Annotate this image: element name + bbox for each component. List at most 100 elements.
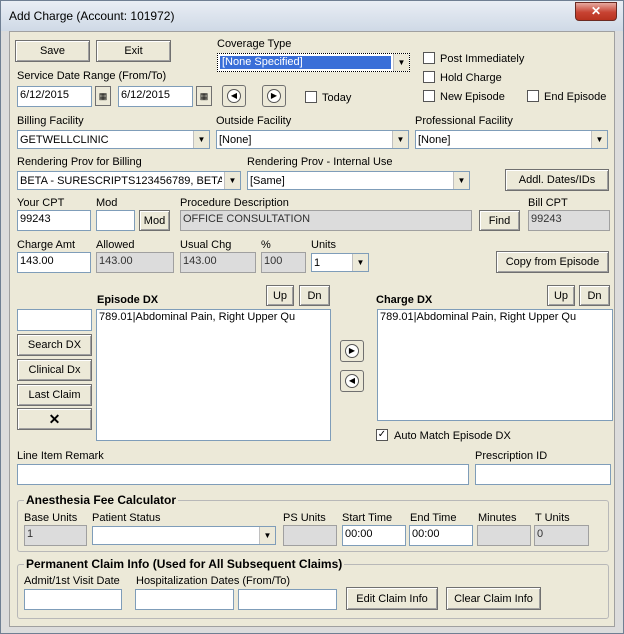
t-units-label: T Units: [535, 512, 570, 524]
rendering-prov-internal-select[interactable]: [Same] ▼: [247, 171, 470, 190]
professional-facility-value: [None]: [418, 134, 451, 146]
outside-facility-select[interactable]: [None] ▼: [216, 130, 409, 149]
outside-facility-label: Outside Facility: [216, 115, 292, 127]
chevron-down-icon: ▼: [591, 131, 607, 148]
percent-label: %: [261, 239, 271, 251]
t-units-field: 0: [534, 525, 589, 546]
anesthesia-title: Anesthesia Fee Calculator: [24, 493, 179, 507]
hold-charge-checkbox[interactable]: [423, 71, 435, 83]
chevron-down-icon: ▼: [453, 172, 469, 189]
calendar-icon[interactable]: ▦: [196, 86, 212, 106]
search-dx-input[interactable]: [17, 309, 92, 331]
close-icon: ✕: [48, 410, 61, 427]
episode-dx-up-button[interactable]: Up: [266, 285, 294, 306]
procedure-description-field: OFFICE CONSULTATION: [180, 210, 472, 231]
line-item-remark-label: Line Item Remark: [17, 450, 104, 462]
new-episode-label: New Episode: [440, 91, 505, 103]
minutes-label: Minutes: [478, 512, 517, 524]
chevron-down-icon: ▼: [224, 172, 240, 189]
arrow-right-icon: ▶: [345, 344, 359, 358]
charge-dx-dn-button[interactable]: Dn: [579, 285, 610, 306]
move-to-charge-dx-button[interactable]: ▶: [340, 340, 364, 362]
service-date-label: Service Date Range (From/To): [17, 70, 167, 82]
form-body: Save Exit Coverage Type [None Specified]…: [9, 31, 615, 627]
rendering-prov-internal-value: [Same]: [250, 175, 285, 187]
end-time-input[interactable]: 00:00: [409, 525, 473, 546]
allowed-label: Allowed: [96, 239, 135, 251]
auto-match-label: Auto Match Episode DX: [394, 430, 511, 442]
billing-facility-select[interactable]: GETWELLCLINIC ▼: [17, 130, 210, 149]
rendering-prov-billing-select[interactable]: BETA - SURESCRIPTS123456789, BETA ▼: [17, 171, 241, 190]
charge-amt-input[interactable]: 143.00: [17, 252, 91, 273]
next-date-button[interactable]: ▶: [262, 85, 286, 107]
calendar-icon[interactable]: ▦: [95, 86, 111, 106]
charge-dx-list[interactable]: 789.01|Abdominal Pain, Right Upper Qu: [377, 309, 613, 421]
chevron-down-icon: ▼: [392, 131, 408, 148]
auto-match-checkbox[interactable]: ✓: [376, 429, 388, 441]
exit-button[interactable]: Exit: [96, 40, 171, 62]
patient-status-select[interactable]: ▼: [92, 526, 276, 545]
hospitalization-dates-label: Hospitalization Dates (From/To): [136, 575, 291, 587]
chevron-down-icon: ▼: [393, 54, 409, 71]
post-immediately-checkbox[interactable]: [423, 52, 435, 64]
coverage-type-select[interactable]: [None Specified] ▼: [217, 53, 410, 72]
base-units-field: 1: [24, 525, 87, 546]
close-button[interactable]: ✕: [575, 2, 617, 21]
rendering-prov-billing-value: BETA - SURESCRIPTS123456789, BETA: [20, 175, 222, 187]
rendering-prov-billing-label: Rendering Prov for Billing: [17, 156, 142, 168]
usual-chg-label: Usual Chg: [180, 239, 232, 251]
today-checkbox[interactable]: [305, 91, 317, 103]
minutes-field: [477, 525, 531, 546]
copy-from-episode-button[interactable]: Copy from Episode: [496, 251, 609, 273]
start-time-label: Start Time: [342, 512, 393, 524]
rendering-prov-internal-label: Rendering Prov - Internal Use: [247, 156, 393, 168]
title-bar[interactable]: Add Charge (Account: 101972) ✕: [1, 1, 623, 31]
edit-claim-info-button[interactable]: Edit Claim Info: [346, 587, 438, 610]
end-time-label: End Time: [410, 512, 457, 524]
list-item[interactable]: 789.01|Abdominal Pain, Right Upper Qu: [99, 311, 328, 323]
outside-facility-value: [None]: [219, 134, 252, 146]
line-item-remark-input[interactable]: [17, 464, 469, 485]
end-episode-checkbox[interactable]: [527, 90, 539, 102]
move-to-episode-dx-button[interactable]: ◀: [340, 370, 364, 392]
admit-date-input[interactable]: [24, 589, 122, 610]
hospitalization-from-input[interactable]: [135, 589, 234, 610]
episode-dx-label: Episode DX: [97, 294, 159, 306]
service-date-from-input[interactable]: 6/12/2015: [17, 86, 92, 107]
units-select[interactable]: 1 ▼: [311, 253, 369, 272]
service-date-to-input[interactable]: 6/12/2015: [118, 86, 193, 107]
units-label: Units: [311, 239, 337, 251]
charge-dx-label: Charge DX: [376, 294, 433, 306]
usual-chg-field: 143.00: [180, 252, 256, 273]
prev-date-button[interactable]: ◀: [222, 85, 246, 107]
arrow-left-icon: ◀: [345, 374, 359, 388]
prescription-id-input[interactable]: [475, 464, 611, 485]
window-title: Add Charge (Account: 101972): [9, 9, 175, 23]
hospitalization-to-input[interactable]: [238, 589, 337, 610]
arrow-left-icon: ◀: [227, 89, 241, 103]
chevron-down-icon: ▼: [193, 131, 209, 148]
charge-dx-up-button[interactable]: Up: [547, 285, 575, 306]
clear-claim-info-button[interactable]: Clear Claim Info: [446, 587, 541, 610]
mod-label: Mod: [96, 197, 118, 209]
your-cpt-input[interactable]: 99243: [17, 210, 91, 231]
hold-charge-label: Hold Charge: [440, 72, 502, 84]
arrow-right-icon: ▶: [267, 89, 281, 103]
addl-dates-ids-button[interactable]: Addl. Dates/IDs: [505, 169, 609, 191]
find-button[interactable]: Find: [479, 210, 520, 231]
percent-field: 100: [261, 252, 306, 273]
start-time-input[interactable]: 00:00: [342, 525, 406, 546]
last-claim-button[interactable]: Last Claim: [17, 384, 92, 406]
new-episode-checkbox[interactable]: [423, 90, 435, 102]
professional-facility-select[interactable]: [None] ▼: [415, 130, 608, 149]
mod-button[interactable]: Mod: [139, 210, 170, 231]
search-dx-button[interactable]: Search DX: [17, 334, 92, 356]
delete-dx-button[interactable]: ✕: [17, 408, 92, 430]
save-button[interactable]: Save: [15, 40, 90, 62]
mod-input[interactable]: [96, 210, 135, 231]
episode-dx-dn-button[interactable]: Dn: [299, 285, 330, 306]
episode-dx-list[interactable]: 789.01|Abdominal Pain, Right Upper Qu: [96, 309, 331, 441]
chevron-down-icon: ▼: [259, 527, 275, 544]
clinical-dx-button[interactable]: Clinical Dx: [17, 359, 92, 381]
list-item[interactable]: 789.01|Abdominal Pain, Right Upper Qu: [380, 311, 610, 323]
